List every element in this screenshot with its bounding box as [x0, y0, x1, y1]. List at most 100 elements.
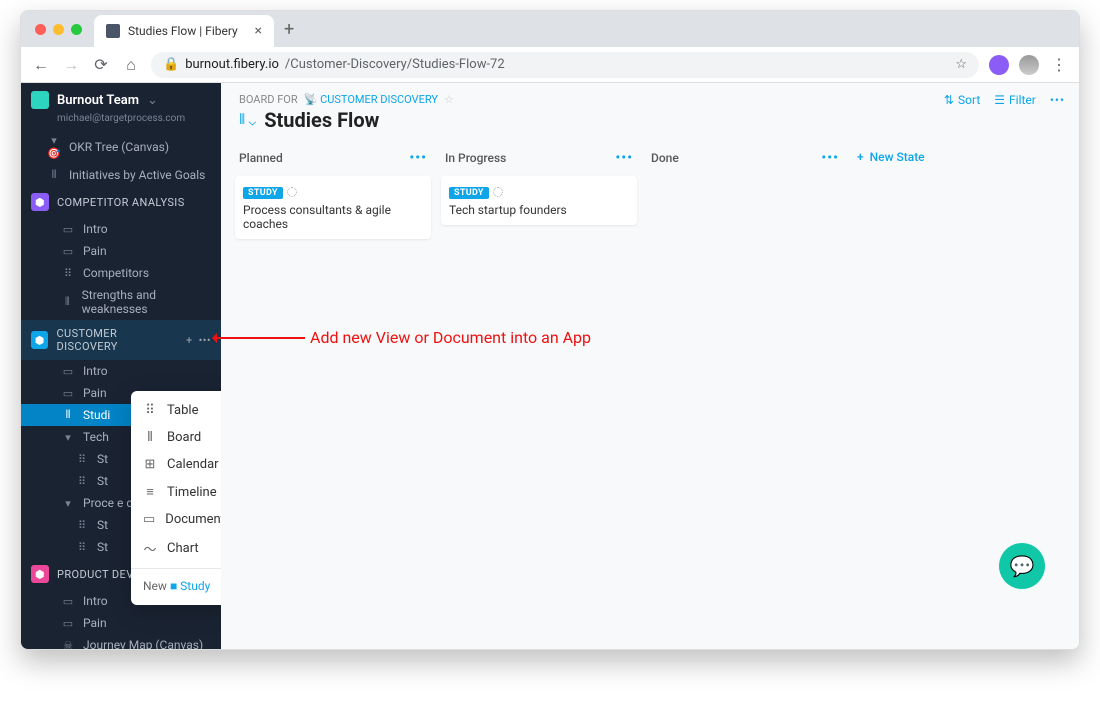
filter-button[interactable]: ☰Filter — [994, 93, 1036, 107]
sidebar-item[interactable]: ▭Intro — [21, 360, 221, 382]
new-tab-button[interactable]: + — [284, 19, 294, 40]
chat-fab[interactable]: 💬 — [999, 543, 1045, 589]
sidebar-item[interactable]: ▭Pain — [21, 612, 221, 634]
item-label: Intro — [83, 364, 108, 378]
favorite-star-icon[interactable]: ☆ — [444, 93, 454, 106]
column-name[interactable]: Done — [651, 151, 679, 165]
item-label: Intro — [83, 594, 108, 608]
section-name: CUSTOMER DISCOVERY — [56, 327, 178, 353]
card-badge: STUDY — [243, 187, 283, 199]
sidebar-item[interactable]: ▾ 🎯 OKR Tree (Canvas) — [21, 130, 221, 164]
section-icon: ⬢ — [31, 565, 49, 583]
item-icon: ⦀ — [61, 295, 74, 309]
add-icon[interactable]: + — [186, 334, 193, 347]
section-icon: ⬢ — [31, 331, 48, 349]
sidebar-section-header[interactable]: ⬢COMPETITOR ANALYSIS — [21, 186, 221, 218]
url-field[interactable]: 🔒 burnout.fibery.io/Customer-Discovery/S… — [151, 52, 979, 78]
window-controls[interactable] — [35, 24, 82, 35]
browser-tab[interactable]: Studies Flow | Fibery × — [94, 15, 274, 47]
extension-icon[interactable] — [989, 55, 1009, 75]
view-type-icon[interactable]: ⦀ ⌄ — [239, 112, 256, 128]
item-icon: ▭ — [61, 245, 75, 258]
maximize-window-button[interactable] — [71, 24, 82, 35]
item-icon: ⠿ — [75, 541, 89, 554]
item-icon: ▾ — [61, 431, 75, 444]
section-icon: ⬢ — [31, 193, 49, 211]
workspace-email: michael@targetprocess.com — [21, 113, 221, 130]
menu-item-table[interactable]: ⠿Table — [131, 397, 221, 424]
profile-avatar[interactable] — [1019, 55, 1039, 75]
sidebar-item[interactable]: ⦀Initiatives by Active Goals — [21, 164, 221, 186]
item-label: OKR Tree (Canvas) — [69, 140, 169, 154]
menu-item-timeline[interactable]: ≡Timeline — [131, 478, 221, 506]
add-view-menu: ⠿Table⦀Board⊞Calendar≡Timeline▭Document〜… — [131, 391, 221, 605]
card-title: Tech startup founders — [449, 203, 629, 217]
menu-item-label: Document — [165, 512, 221, 527]
item-icon: ▾ — [61, 497, 75, 510]
address-bar: ← → ⟳ ⌂ 🔒 burnout.fibery.io/Customer-Dis… — [21, 47, 1079, 83]
item-icon: ☠ — [61, 639, 75, 650]
item-icon: ▭ — [61, 595, 75, 608]
board-card[interactable]: STUDY Process consultants & agile coache… — [235, 176, 431, 239]
item-label: Pain — [83, 616, 107, 630]
workspace-switcher[interactable]: Burnout Team ⌄ — [21, 83, 221, 117]
item-icon: ▭ — [61, 387, 75, 400]
card-badge: STUDY — [449, 187, 489, 199]
back-button[interactable]: ← — [31, 55, 51, 75]
browser-tab-bar: Studies Flow | Fibery × + — [21, 11, 1079, 47]
annotation-arrow — [215, 337, 305, 339]
url-path: /Customer-Discovery/Studies-Flow-72 — [285, 57, 505, 72]
close-tab-icon[interactable]: × — [255, 23, 262, 39]
new-entity-row[interactable]: New ■ Study — [131, 573, 221, 599]
close-window-button[interactable] — [35, 24, 46, 35]
item-icon: ⠿ — [75, 475, 89, 488]
menu-item-label: Board — [167, 430, 201, 445]
item-label: Studi — [83, 408, 110, 422]
menu-item-label: Timeline — [167, 485, 217, 500]
item-icon: ▭ — [61, 223, 75, 236]
menu-item-icon: 〜 — [143, 539, 157, 558]
browser-menu-icon[interactable]: ⋮ — [1049, 55, 1069, 74]
menu-item-label: Table — [167, 403, 198, 418]
breadcrumb-link[interactable]: 📡 CUSTOMER DISCOVERY — [304, 93, 438, 106]
column-name[interactable]: In Progress — [445, 151, 506, 165]
column-menu-icon[interactable]: ••• — [821, 150, 839, 166]
item-icon: ⦀ — [61, 408, 75, 422]
annotation-text: Add new View or Document into an App — [310, 328, 591, 347]
menu-item-board[interactable]: ⦀Board — [131, 424, 221, 451]
menu-item-document[interactable]: ▭Document — [131, 506, 221, 533]
lock-icon: 🔒 — [163, 57, 179, 72]
page-title[interactable]: Studies Flow — [264, 108, 379, 132]
board-column: Planned ••• STUDY Process consultants & a… — [235, 144, 431, 239]
sidebar-item[interactable]: ⦀Strengths and weaknesses — [21, 284, 221, 320]
home-button[interactable]: ⌂ — [121, 55, 141, 75]
column-menu-icon[interactable]: ••• — [615, 150, 633, 166]
menu-item-calendar[interactable]: ⊞Calendar — [131, 451, 221, 478]
sort-button[interactable]: ⇅Sort — [944, 93, 980, 107]
forward-button[interactable]: → — [61, 55, 81, 75]
sidebar-item[interactable]: ▭Intro — [21, 218, 221, 240]
menu-item-label: Calendar — [167, 457, 219, 472]
tab-favicon — [106, 24, 120, 38]
item-label: St — [97, 452, 108, 466]
sidebar-section-header[interactable]: ⬢CUSTOMER DISCOVERY+••• — [21, 320, 221, 360]
filter-icon: ☰ — [994, 93, 1005, 107]
column-menu-icon[interactable]: ••• — [409, 150, 427, 166]
sort-icon: ⇅ — [944, 93, 954, 107]
reload-button[interactable]: ⟳ — [91, 55, 111, 74]
star-icon[interactable]: ☆ — [955, 57, 967, 72]
board-card[interactable]: STUDY Tech startup founders — [441, 176, 637, 225]
item-icon: ⠿ — [61, 267, 75, 280]
sidebar-item[interactable]: ⠿Competitors — [21, 262, 221, 284]
item-icon: ⦀ — [47, 168, 61, 182]
sidebar-item[interactable]: ▭Pain — [21, 240, 221, 262]
minimize-window-button[interactable] — [53, 24, 64, 35]
more-actions-button[interactable]: ••• — [1050, 93, 1065, 107]
menu-item-chart[interactable]: 〜Chart — [131, 533, 221, 564]
item-label: St — [97, 518, 108, 532]
new-state-button[interactable]: + New State — [857, 150, 925, 164]
column-name[interactable]: Planned — [239, 151, 283, 165]
item-icon: ▾ 🎯 — [47, 134, 61, 160]
sidebar-item[interactable]: ☠Journey Map (Canvas) — [21, 634, 221, 649]
loading-icon — [287, 187, 297, 197]
